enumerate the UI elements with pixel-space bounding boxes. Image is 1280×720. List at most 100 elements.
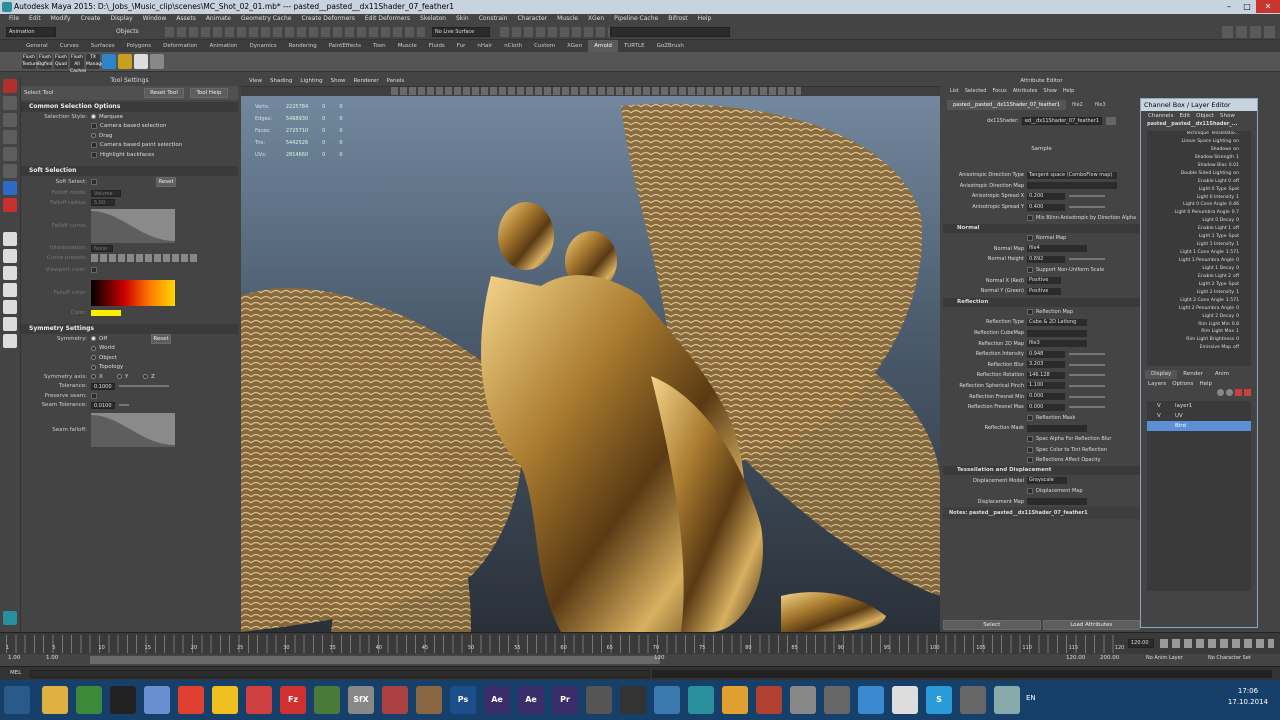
channel-attr-value[interactable]: Tessellatio... — [1211, 131, 1239, 139]
layer-item-uv[interactable]: V UV — [1147, 411, 1251, 421]
shelf-button-flush-bgfind[interactable]: Flush Bgfind — [38, 54, 53, 69]
viewport-color-checkbox[interactable] — [91, 266, 97, 273]
falloff-radius-field[interactable]: 5.00 — [91, 199, 115, 207]
seam-tolerance-slider[interactable] — [119, 404, 129, 407]
menu-create[interactable]: Create — [76, 14, 106, 24]
color-swatch[interactable] — [91, 310, 121, 317]
taskbar-app-icon[interactable] — [314, 686, 340, 714]
fresnel-min-slider[interactable] — [1069, 395, 1105, 398]
channel-attr-row[interactable]: Shadow Bias 0.01 — [1147, 163, 1251, 171]
seam-falloff-graph[interactable] — [91, 413, 175, 447]
symmetry-world-radio[interactable] — [91, 345, 96, 351]
channel-attr-value[interactable]: 0 — [1236, 258, 1239, 266]
taskbar-app-icon[interactable] — [382, 686, 408, 714]
system-clock[interactable]: 17:06 17.10.2014 — [1228, 686, 1268, 708]
attr-menu-list[interactable]: List — [947, 86, 962, 96]
live-surface-field[interactable]: No Live Surface — [432, 27, 490, 37]
fresnel-max-field[interactable]: 0.000 — [1027, 403, 1065, 411]
taskbar-app-icon[interactable] — [688, 686, 714, 714]
taskbar-app-icon[interactable]: Ps — [450, 686, 476, 714]
taskbar-app-icon[interactable] — [416, 686, 442, 714]
playback-start[interactable]: 1.00 — [46, 655, 58, 661]
layout-four-icon[interactable] — [3, 249, 17, 263]
reflection-pinch-slider[interactable] — [1069, 384, 1105, 387]
normal-y-dropdown[interactable]: Positive — [1027, 287, 1061, 295]
shelf-tab-fur[interactable]: Fur — [451, 40, 472, 52]
taskbar-app-icon[interactable] — [178, 686, 204, 714]
reflection-type-dropdown[interactable]: Cube & 2D Latlong — [1027, 318, 1087, 326]
channel-attr-value[interactable]: 0 — [1236, 306, 1239, 314]
taskbar-app-icon[interactable] — [620, 686, 646, 714]
channel-attr-row[interactable]: Light 2 Penumbra Angle 0 — [1147, 306, 1251, 314]
status-toolbar-icons[interactable] — [165, 27, 425, 37]
drag-radio[interactable] — [91, 133, 96, 139]
shelf-button-flush-all-caches[interactable]: Flush All Caches — [70, 54, 86, 74]
reflection-mask-checkbox[interactable] — [1027, 414, 1033, 421]
taskbar-app-icon[interactable] — [654, 686, 680, 714]
falloff-color-ramp[interactable] — [91, 279, 175, 306]
channel-attr-row[interactable]: Double Sided Lighting on — [1147, 171, 1251, 179]
taskbar-app-icon[interactable] — [790, 686, 816, 714]
close-button[interactable]: ✕ — [1256, 0, 1280, 13]
layer-visibility-toggle[interactable]: V — [1157, 403, 1175, 409]
menu-window[interactable]: Window — [138, 14, 172, 24]
symmetry-object-radio[interactable] — [91, 355, 96, 361]
shelf-tab-nhair[interactable]: nHair — [471, 40, 498, 52]
minimize-button[interactable]: – — [1220, 0, 1238, 13]
spec-color-checkbox[interactable] — [1027, 446, 1033, 453]
shelf-button-flush-texture[interactable]: Flush Texture — [22, 54, 38, 69]
channel-attr-value[interactable]: off — [1233, 226, 1239, 234]
channel-attr-row[interactable]: Light 2 Cone Angle 1.571 — [1147, 298, 1251, 306]
shelf-tab-gozbrush[interactable]: GoZBrush — [651, 40, 690, 52]
menu-geometry-cache[interactable]: Geometry Cache — [236, 14, 296, 24]
shelf-tab-muscle[interactable]: Muscle — [392, 40, 423, 52]
layer-tab-anim[interactable]: Anim — [1209, 370, 1235, 379]
curve-presets-icons[interactable] — [91, 253, 199, 262]
taskbar-app-icon[interactable]: Ae — [518, 686, 544, 714]
symmetry-topology-radio[interactable] — [91, 364, 96, 370]
preserve-seam-checkbox[interactable] — [91, 392, 97, 399]
displacement-map-checkbox[interactable] — [1027, 488, 1033, 495]
load-attributes-button[interactable]: Load Attributes — [1042, 620, 1140, 630]
shelf-tab-xgen[interactable]: XGen — [561, 40, 588, 52]
reflection-blur-field[interactable]: 3.203 — [1027, 361, 1065, 369]
reflection-intensity-field[interactable]: 0.948 — [1027, 350, 1065, 358]
go-to-input-icon[interactable] — [1105, 117, 1116, 125]
shelf-button-icon-8[interactable] — [150, 54, 164, 69]
taskbar-app-icon[interactable]: Fz — [280, 686, 306, 714]
viewport-menu-panels[interactable]: Panels — [383, 76, 409, 86]
maya-help-icon[interactable] — [3, 611, 17, 625]
taskbar-app-icon[interactable] — [824, 686, 850, 714]
taskbar-app-icon[interactable] — [144, 686, 170, 714]
select-tool-icon[interactable] — [3, 79, 17, 93]
input-box[interactable] — [610, 27, 730, 37]
layer-visibility-toggle[interactable]: V — [1157, 413, 1175, 419]
channel-attr-value[interactable]: off — [1233, 345, 1239, 353]
menu-skin[interactable]: Skin — [451, 14, 474, 24]
layout-hypershade-icon[interactable] — [3, 334, 17, 348]
taskbar-app-icon[interactable]: SfX — [348, 686, 374, 714]
channel-attr-row[interactable]: Enable Light 0 off — [1147, 179, 1251, 187]
channel-attr-row[interactable]: Enable Light 1 off — [1147, 226, 1251, 234]
new-layer-selected-icon[interactable] — [1244, 389, 1251, 396]
shelf-tab-polygons[interactable]: Polygons — [121, 40, 157, 52]
displacement-model-dropdown[interactable]: Grayscale — [1027, 477, 1067, 485]
interpolation-dropdown[interactable]: None — [91, 244, 113, 252]
falloff-curve-graph[interactable] — [91, 208, 175, 243]
symmetry-reset-button[interactable]: Reset — [151, 333, 171, 344]
falloff-mode-dropdown[interactable]: Volume — [91, 189, 121, 197]
layer-up-icon[interactable] — [1217, 389, 1224, 396]
channel-attr-row[interactable]: Light 1 Penumbra Angle 0 — [1147, 258, 1251, 266]
channel-attr-row[interactable]: Light 2 Decay 0 — [1147, 314, 1251, 322]
channel-menu-show[interactable]: Show — [1217, 111, 1238, 121]
channel-attr-value[interactable]: 0 — [1236, 314, 1239, 322]
channel-attr-value[interactable]: 1 — [1236, 290, 1239, 298]
shelf-tab-fluids[interactable]: Fluids — [423, 40, 451, 52]
viewport-menu-show[interactable]: Show — [327, 76, 350, 86]
aniso-dir-type-dropdown[interactable]: Tangent space (ComboFlow map) — [1027, 171, 1117, 179]
soft-selection-section[interactable]: Soft Selection — [21, 165, 238, 176]
tessellation-section[interactable]: Tessellation and Displacement — [943, 466, 1140, 476]
playback-end[interactable]: 120.00 — [1066, 655, 1085, 661]
channel-attr-row[interactable]: Light 2 Intensity 1 — [1147, 290, 1251, 298]
command-input[interactable] — [30, 670, 650, 678]
